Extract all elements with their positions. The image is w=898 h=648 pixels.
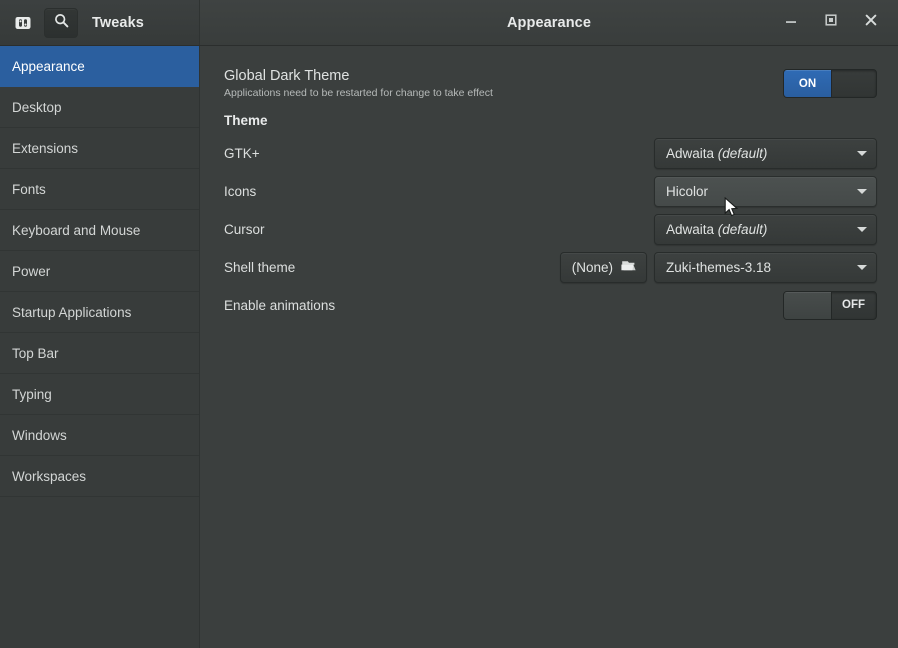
switch-knob	[784, 292, 832, 319]
icons-theme-value: Hicolor	[666, 184, 851, 199]
gtk-theme-value-suffix: (default)	[718, 146, 768, 161]
cursor-theme-value: Adwaita (default)	[666, 222, 851, 237]
sidebar-item-appearance[interactable]: Appearance	[0, 46, 199, 87]
sidebar-item-label: Keyboard and Mouse	[12, 223, 140, 238]
shell-theme-combobox[interactable]: Zuki-themes-3.18	[654, 252, 877, 283]
sidebar-item-startup-applications[interactable]: Startup Applications	[0, 292, 199, 333]
sidebar-item-label: Typing	[12, 387, 52, 402]
tweaks-window: Tweaks Appearance	[0, 0, 898, 648]
sidebar-item-extensions[interactable]: Extensions	[0, 128, 199, 169]
page-title: Appearance	[507, 15, 591, 31]
cursor-theme-label: Cursor	[224, 222, 265, 237]
sidebar-item-keyboard-and-mouse[interactable]: Keyboard and Mouse	[0, 210, 199, 251]
tweaks-sliders-icon	[10, 10, 36, 36]
sidebar-item-label: Desktop	[12, 100, 62, 115]
window-controls	[774, 0, 898, 45]
global-dark-theme-row: Global Dark Theme Applications need to b…	[224, 68, 877, 99]
gtk-theme-row: GTK+ Adwaita (default)	[224, 134, 877, 172]
cursor-theme-value-suffix: (default)	[718, 222, 768, 237]
sidebar-item-label: Windows	[12, 428, 67, 443]
gtk-theme-control: Adwaita (default)	[654, 138, 877, 169]
icons-theme-control: Hicolor	[654, 176, 877, 207]
close-button[interactable]	[854, 6, 888, 40]
cursor-theme-combobox[interactable]: Adwaita (default)	[654, 214, 877, 245]
chevron-down-icon	[857, 265, 867, 270]
shell-theme-file-button[interactable]: (None)	[560, 252, 647, 283]
gtk-theme-value-text: Adwaita	[666, 146, 714, 161]
minimize-button[interactable]	[774, 6, 808, 40]
shell-theme-row: Shell theme (None) Zuki-the	[224, 248, 877, 286]
cursor-theme-row: Cursor Adwaita (default)	[224, 210, 877, 248]
shell-theme-control: (None) Zuki-themes-3.18	[560, 252, 877, 283]
switch-knob-on-label: ON	[784, 70, 832, 97]
gtk-theme-value: Adwaita (default)	[666, 146, 851, 161]
gtk-theme-combobox[interactable]: Adwaita (default)	[654, 138, 877, 169]
sidebar-item-top-bar[interactable]: Top Bar	[0, 333, 199, 374]
sidebar-item-typing[interactable]: Typing	[0, 374, 199, 415]
sidebar-item-label: Top Bar	[12, 346, 59, 361]
maximize-icon	[823, 12, 839, 33]
global-dark-theme-title: Global Dark Theme	[224, 68, 493, 84]
sidebar-item-label: Power	[12, 264, 50, 279]
sidebar-item-label: Extensions	[12, 141, 78, 156]
chevron-down-icon	[857, 189, 867, 194]
app-name-label: Tweaks	[92, 15, 144, 31]
switch-off-label: OFF	[831, 292, 876, 319]
cursor-theme-value-text: Adwaita	[666, 222, 714, 237]
maximize-button[interactable]	[814, 6, 848, 40]
global-dark-theme-text: Global Dark Theme Applications need to b…	[224, 68, 493, 99]
sidebar-item-desktop[interactable]: Desktop	[0, 87, 199, 128]
global-dark-theme-subtitle: Applications need to be restarted for ch…	[224, 87, 493, 99]
shell-theme-value: Zuki-themes-3.18	[666, 260, 851, 275]
close-icon	[863, 12, 879, 33]
cursor-theme-control: Adwaita (default)	[654, 214, 877, 245]
sidebar-item-workspaces[interactable]: Workspaces	[0, 456, 199, 497]
search-icon	[53, 12, 70, 34]
sidebar-item-label: Appearance	[12, 59, 85, 74]
sidebar-item-label: Startup Applications	[12, 305, 131, 320]
sidebar-item-power[interactable]: Power	[0, 251, 199, 292]
enable-animations-label: Enable animations	[224, 298, 335, 313]
header-sidebar-section: Tweaks	[0, 0, 200, 45]
main-content: Global Dark Theme Applications need to b…	[200, 46, 898, 648]
icons-theme-label: Icons	[224, 184, 256, 199]
search-button[interactable]	[44, 8, 78, 38]
sidebar-item-fonts[interactable]: Fonts	[0, 169, 199, 210]
minimize-icon	[783, 12, 799, 33]
header-bar: Tweaks Appearance	[0, 0, 898, 46]
icons-theme-combobox[interactable]: Hicolor	[654, 176, 877, 207]
shell-theme-label: Shell theme	[224, 260, 295, 275]
sidebar-item-label: Workspaces	[12, 469, 86, 484]
open-folder-icon	[620, 257, 637, 277]
chevron-down-icon	[857, 227, 867, 232]
sidebar: Appearance Desktop Extensions Fonts Keyb…	[0, 46, 200, 648]
enable-animations-row: Enable animations OFF	[224, 286, 877, 324]
gtk-theme-label: GTK+	[224, 146, 260, 161]
global-dark-theme-switch[interactable]: ON	[783, 69, 877, 98]
icons-theme-row: Icons Hicolor	[224, 172, 877, 210]
chevron-down-icon	[857, 151, 867, 156]
theme-section-heading: Theme	[224, 113, 877, 128]
window-body: Appearance Desktop Extensions Fonts Keyb…	[0, 46, 898, 648]
sidebar-item-windows[interactable]: Windows	[0, 415, 199, 456]
shell-theme-file-label: (None)	[572, 260, 613, 275]
enable-animations-switch[interactable]: OFF	[783, 291, 877, 320]
sidebar-item-label: Fonts	[12, 182, 46, 197]
